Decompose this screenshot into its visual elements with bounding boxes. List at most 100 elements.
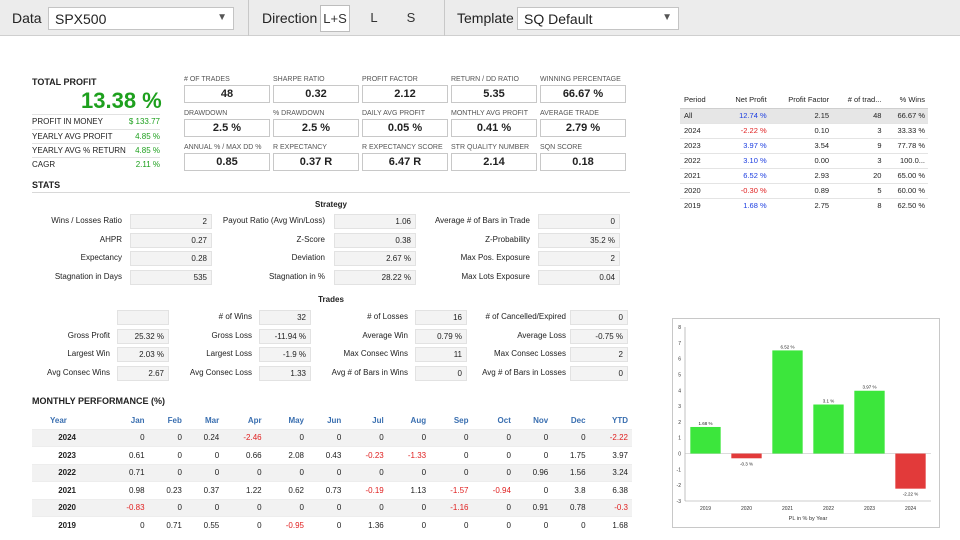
stat-label: Average # of Bars in Trade xyxy=(434,216,530,225)
stat-value: 35.2 % xyxy=(538,232,620,248)
stat-value: 2 xyxy=(570,347,628,362)
data-label: 1.68 % xyxy=(698,421,712,426)
summary-row-value: $ 133.77 xyxy=(128,117,160,126)
value-cell: 0 xyxy=(148,446,186,464)
y-tick-label: 5 xyxy=(678,372,681,378)
trades-title: Trades xyxy=(318,295,344,304)
toolbar-divider xyxy=(444,0,445,36)
kpi-label: ANNUAL % / MAX DD % xyxy=(184,144,262,151)
x-tick-label: 2020 xyxy=(741,506,752,512)
table-cell: 60.00 % xyxy=(884,182,928,198)
table-cell: 3.54 xyxy=(769,137,833,153)
table-row[interactable]: 2023 3.97 % 3.54 9 77.78 % xyxy=(680,137,928,153)
kpi-label: R EXPECTANCY SCORE xyxy=(362,144,443,151)
table-cell: 9 xyxy=(832,137,885,153)
total-profit-value: 13.38 % xyxy=(81,88,162,113)
stat-label: Avg # of Bars in Losses xyxy=(482,367,566,377)
table-cell: 8 xyxy=(832,197,885,213)
kpi-value-box: 0.05 % xyxy=(362,119,448,137)
value-cell: 0 xyxy=(472,516,515,534)
data-label: Data xyxy=(12,10,42,26)
year-cell: 2020 xyxy=(32,498,107,517)
value-cell: 0 xyxy=(106,428,149,447)
value-cell: 1.22 xyxy=(223,481,266,499)
table-cell: 33.33 % xyxy=(884,122,928,138)
data-label: 6.52 % xyxy=(780,344,794,349)
kpi-label: R EXPECTANCY xyxy=(273,144,327,151)
value-cell: 0.55 xyxy=(185,516,224,534)
direction-long-short-button[interactable]: L+S xyxy=(320,5,350,32)
x-tick-label: 2023 xyxy=(864,506,875,512)
direction-short-button[interactable]: S xyxy=(396,5,426,32)
y-tick-label: -3 xyxy=(677,499,682,505)
value-cell: 0 xyxy=(472,446,515,464)
stat-value: 2 xyxy=(538,251,620,266)
y-tick-label: -1 xyxy=(677,467,682,473)
value-cell: 3.24 xyxy=(589,463,632,482)
kpi-value-box: 0.18 xyxy=(540,153,626,171)
value-cell: 0.43 xyxy=(308,446,346,464)
kpi-value-box: 66.67 % xyxy=(540,85,626,103)
stat-value: 0 xyxy=(538,214,620,229)
value-cell: 0.66 xyxy=(223,446,266,464)
kpi-label: RETURN / DD RATIO xyxy=(451,76,519,83)
table-cell: 20 xyxy=(832,167,885,183)
year-cell: 2021 xyxy=(32,481,107,499)
divider xyxy=(32,114,160,115)
kpi-value-box: 0.32 xyxy=(273,85,359,103)
stat-value: 0 xyxy=(570,365,628,381)
value-cell: 0 xyxy=(185,446,224,464)
year-cell: 2019 xyxy=(32,516,107,534)
data-select[interactable]: SPX500 ▼ xyxy=(48,7,234,30)
value-cell: 0 xyxy=(308,428,346,447)
summary-row-value: 2.11 % xyxy=(135,160,160,169)
kpi-label: MONTHLY AVG PROFIT xyxy=(451,110,529,117)
value-cell: 0 xyxy=(387,516,431,534)
table-row[interactable]: All 12.74 % 2.15 48 66.67 % xyxy=(680,107,928,123)
value-cell: 0.98 xyxy=(106,481,149,499)
template-select[interactable]: SQ Default ▼ xyxy=(517,7,679,30)
kpi-value-box: 2.12 xyxy=(362,85,448,103)
value-cell: -1.33 xyxy=(387,446,431,464)
summary-row-label: YEARLY AVG PROFIT xyxy=(32,132,113,141)
kpi-value-box: 2.5 % xyxy=(184,119,270,137)
kpi-label: WINNING PERCENTAGE xyxy=(540,76,621,83)
table-header-row: Year Jan Feb Mar Apr May Jun Jul Aug Sep Oct Nov Dec… xyxy=(32,412,632,429)
value-cell: 1.36 xyxy=(345,516,388,534)
direction-long-button[interactable]: L xyxy=(359,5,389,32)
table-cell: -0.30 % xyxy=(720,182,770,198)
value-cell: 0 xyxy=(472,428,515,447)
value-cell: 0.71 xyxy=(106,463,149,482)
table-cell: 6.52 % xyxy=(720,167,770,183)
kpi-label: SQN SCORE xyxy=(540,144,583,151)
stat-label: Max Consec Losses xyxy=(493,349,566,358)
kpi-label: % DRAWDOWN xyxy=(273,110,325,117)
strategy-title: Strategy xyxy=(314,200,347,209)
table-row[interactable]: 2021 6.52 % 2.93 20 65.00 % xyxy=(680,167,928,183)
column-header: Apr xyxy=(247,415,262,425)
pl-by-year-chart-svg: -3 -2 -1 0 1 2 3 4 5 6 7 8 1.68 % 2019 -0.3 % 2020 6.52 … xyxy=(677,325,931,522)
column-header: Jan xyxy=(130,415,145,425)
table-cell: 2019 xyxy=(680,197,721,213)
stat-value: 0.04 xyxy=(538,269,620,285)
column-header: Year xyxy=(50,415,67,425)
table-row: 2023 0.61 0 0 0.66 2.08 0.43 -0.23 -1.33 0 0 0 1.75 3… xyxy=(32,446,632,464)
value-cell: 0 xyxy=(472,498,515,517)
value-cell: 0.62 xyxy=(265,481,308,499)
bar xyxy=(813,404,844,454)
table-row[interactable]: 2024 -2.22 % 0.10 3 33.33 % xyxy=(680,122,928,138)
table-row[interactable]: 2020 -0.30 % 0.89 5 60.00 % xyxy=(680,182,928,198)
column-header: Oct xyxy=(497,415,511,425)
value-cell: -0.95 xyxy=(265,516,308,534)
value-cell: 0 xyxy=(552,516,590,534)
monthly-title: MONTHLY PERFORMANCE (%) xyxy=(32,396,166,406)
kpi-value-box: 0.37 R xyxy=(273,153,359,171)
table-row[interactable]: 2019 1.68 % 2.75 8 62.50 % xyxy=(680,197,928,213)
stat-value: 0 xyxy=(570,310,628,325)
table-row[interactable]: 2022 3.10 % 0.00 3 100.0... xyxy=(680,152,928,168)
summary-row-label: YEARLY AVG % RETURN xyxy=(32,146,126,155)
kpi-value-box: 0.85 xyxy=(184,153,270,171)
column-header: Jul xyxy=(372,415,384,425)
bar xyxy=(854,390,885,454)
divider xyxy=(32,192,630,193)
